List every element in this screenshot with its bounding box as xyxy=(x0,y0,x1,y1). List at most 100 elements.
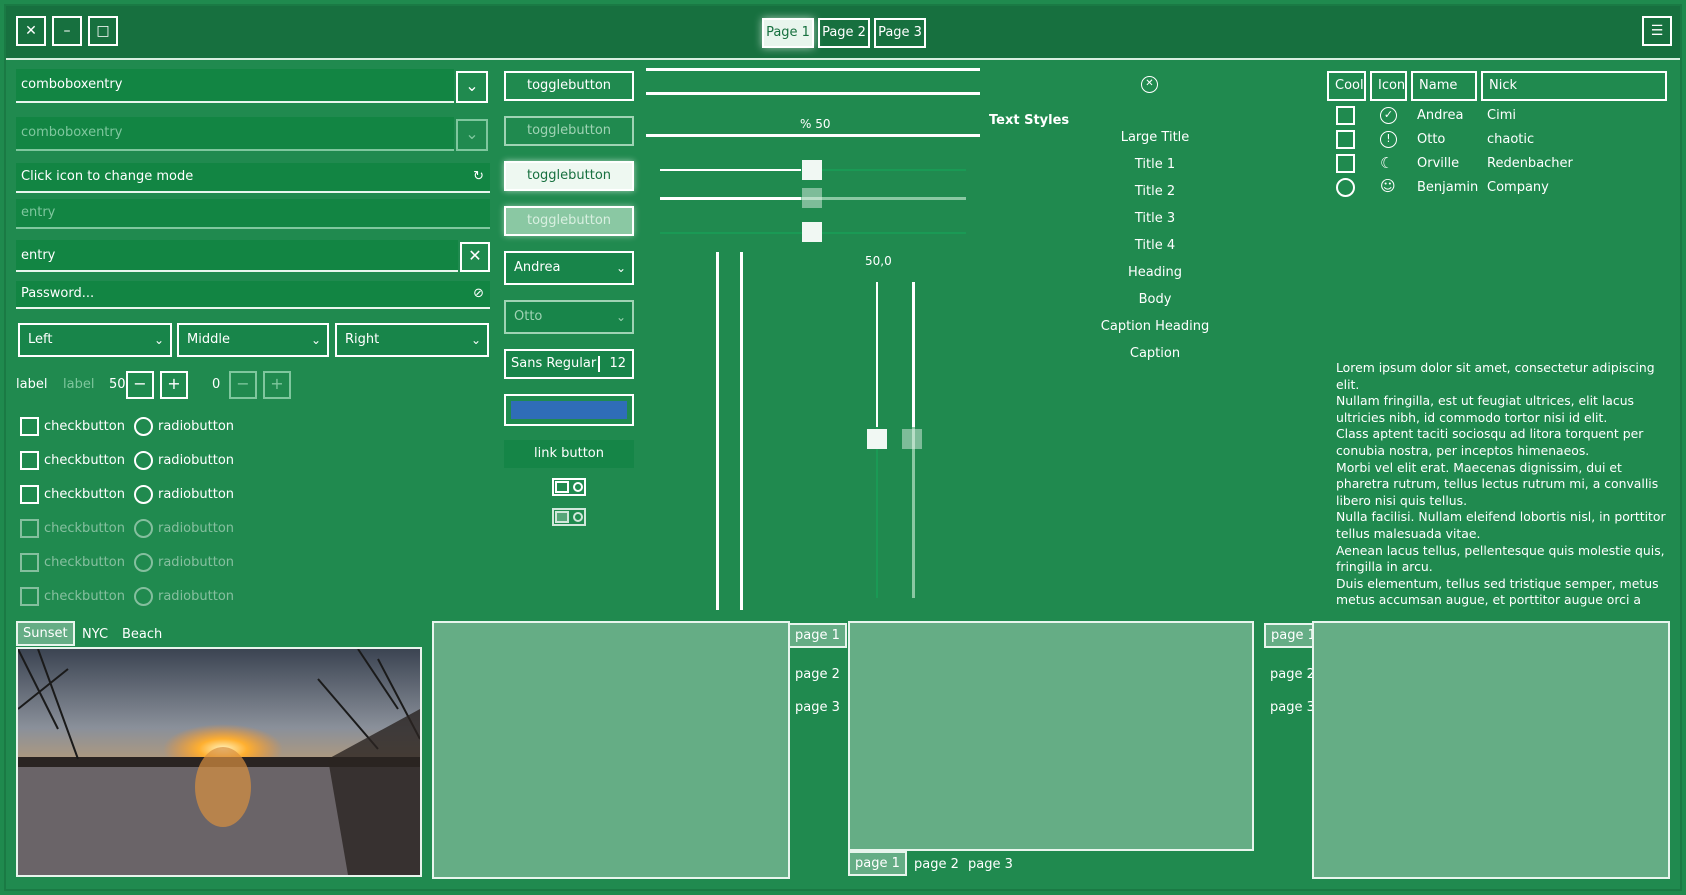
notebook2-tab-page-3[interactable]: page 3 xyxy=(968,857,1013,872)
checkbox[interactable] xyxy=(20,451,39,470)
text-style-caption-heading: Caption Heading xyxy=(1100,319,1210,334)
radio-label: radiobutton xyxy=(158,521,235,536)
text-style-title-4: Title 4 xyxy=(1134,238,1176,253)
radio-disabled[interactable] xyxy=(134,519,153,538)
checkbox[interactable] xyxy=(20,417,39,436)
clear-entry-button[interactable]: ✕ xyxy=(460,242,490,272)
radio-label: radiobutton xyxy=(158,589,235,604)
spin-increment-button[interactable]: + xyxy=(160,371,188,399)
minimize-button[interactable]: – xyxy=(52,16,82,46)
spin-increment-button-disabled[interactable]: + xyxy=(263,371,291,399)
label: label xyxy=(16,377,48,392)
refresh-icon[interactable]: ↻ xyxy=(473,163,484,191)
tab-sunset[interactable]: Sunset xyxy=(16,621,75,646)
column-header-cool[interactable]: Cool xyxy=(1327,71,1366,101)
combo-dropdown-button-2[interactable]: ⌄ xyxy=(456,119,488,151)
notebook3-tab-page-3[interactable]: page 3 xyxy=(1270,700,1315,715)
combo-otto-label: Otto xyxy=(514,309,543,324)
tab-page-3[interactable]: Page 3 xyxy=(874,18,926,48)
slider-thumb-2[interactable] xyxy=(802,188,822,208)
vertical-progress-1 xyxy=(716,252,719,610)
text-style-body: Body xyxy=(1138,292,1172,307)
column-header-icon[interactable]: Icon xyxy=(1370,71,1407,101)
column-header-nick[interactable]: Nick xyxy=(1481,71,1667,101)
toggle-button-active[interactable]: togglebutton xyxy=(504,161,634,191)
eye-hidden-icon[interactable]: ⊘ xyxy=(473,281,484,307)
chevron-down-icon: ⌄ xyxy=(470,333,481,347)
spin-decrement-button[interactable]: − xyxy=(126,371,154,399)
combo-dropdown-button-1[interactable]: ⌄ xyxy=(456,71,488,103)
text-style-title-1: Title 1 xyxy=(1134,157,1176,172)
password-field[interactable]: Password... ⊘ xyxy=(16,281,490,309)
switch-off[interactable] xyxy=(552,508,586,526)
notebook1-tab-page-1[interactable]: page 1 xyxy=(788,623,847,648)
notebook2-tab-page-2[interactable]: page 2 xyxy=(914,857,959,872)
vscale-thumb-1[interactable] xyxy=(867,429,887,449)
notebook3-tab-page-2[interactable]: page 2 xyxy=(1270,667,1315,682)
password-placeholder: Password... xyxy=(21,286,95,301)
toggle-button-active-disabled[interactable]: togglebutton xyxy=(504,206,634,236)
font-button[interactable]: Sans Regular 12 xyxy=(504,349,634,379)
radio[interactable] xyxy=(134,451,153,470)
tab-beach[interactable]: Beach xyxy=(122,627,162,642)
checkbox-disabled[interactable] xyxy=(20,553,39,572)
combo-entry-1[interactable]: comboboxentry xyxy=(16,69,454,103)
menu-button[interactable]: ☰ xyxy=(1642,16,1672,46)
tab-page-1[interactable]: Page 1 xyxy=(762,18,814,48)
dropdown-middle[interactable]: Middle ⌄ xyxy=(177,323,329,357)
notebook1-tab-page-2[interactable]: page 2 xyxy=(795,667,840,682)
link-button[interactable]: link button xyxy=(504,440,634,468)
column-header-name[interactable]: Name xyxy=(1411,71,1477,101)
combo-andrea[interactable]: Andrea ⌄ xyxy=(504,251,634,285)
progress-label: % 50 xyxy=(800,117,831,131)
notebook1-tab-page-3[interactable]: page 3 xyxy=(795,700,840,715)
dropdown-right[interactable]: Right ⌄ xyxy=(335,323,489,357)
progress-bar-2 xyxy=(646,92,980,95)
notebook2-tab-page-1[interactable]: page 1 xyxy=(848,851,907,876)
switch-on[interactable] xyxy=(552,478,586,496)
spin-value[interactable]: 50 xyxy=(109,377,126,392)
text-style-large-title: Large Title xyxy=(1120,130,1190,145)
icon-entry[interactable]: Click icon to change mode ↻ xyxy=(16,163,490,193)
font-divider xyxy=(598,356,600,372)
checkbox-disabled[interactable] xyxy=(20,519,39,538)
slider-thumb-1[interactable] xyxy=(802,160,822,180)
text-style-title-2: Title 2 xyxy=(1134,184,1176,199)
color-button[interactable] xyxy=(504,394,634,426)
spin-value-disabled[interactable]: 0 xyxy=(212,377,220,392)
checkbox-label: checkbutton xyxy=(44,453,125,468)
row-checkbox[interactable] xyxy=(1336,106,1355,125)
text-view-content: Lorem ipsum dolor sit amet, consectetur … xyxy=(1336,360,1666,608)
notebook-page-bottom-tabs xyxy=(848,621,1254,851)
combo-andrea-label: Andrea xyxy=(514,260,561,275)
row-checkbox[interactable] xyxy=(1336,130,1355,149)
toggle-button[interactable]: togglebutton xyxy=(504,71,634,101)
maximize-button[interactable]: □ xyxy=(88,16,118,46)
radio[interactable] xyxy=(134,417,153,436)
text-view[interactable]: Lorem ipsum dolor sit amet, consectetur … xyxy=(1336,360,1666,608)
radio-disabled[interactable] xyxy=(134,553,153,572)
slider-thumb-3[interactable] xyxy=(802,222,822,242)
scale-value-label: 50,0 xyxy=(865,254,892,268)
checkbox-disabled[interactable] xyxy=(20,587,39,606)
row-radio[interactable] xyxy=(1336,178,1355,197)
toggle-button-disabled[interactable]: togglebutton xyxy=(504,116,634,146)
entry-placeholder[interactable]: entry xyxy=(16,199,490,229)
vscale-thumb-2[interactable] xyxy=(902,429,922,449)
dropdown-left[interactable]: Left ⌄ xyxy=(18,323,172,357)
tab-page-2[interactable]: Page 2 xyxy=(818,18,870,48)
row-checkbox[interactable] xyxy=(1336,154,1355,173)
close-icon: ✕ xyxy=(468,246,482,265)
tab-nyc[interactable]: NYC xyxy=(82,627,108,642)
combo-entry-2[interactable]: comboboxentry xyxy=(16,117,454,151)
close-circle-icon[interactable]: ✕ xyxy=(1141,76,1158,93)
radio-disabled[interactable] xyxy=(134,587,153,606)
entry-field[interactable]: entry xyxy=(16,240,458,272)
combo-otto[interactable]: Otto ⌄ xyxy=(504,300,634,334)
radio[interactable] xyxy=(134,485,153,504)
dropdown-right-label: Right xyxy=(345,332,380,347)
checkbox[interactable] xyxy=(20,485,39,504)
spin-decrement-button-disabled[interactable]: − xyxy=(229,371,257,399)
font-size: 12 xyxy=(609,356,626,371)
close-button[interactable]: ✕ xyxy=(16,16,46,46)
